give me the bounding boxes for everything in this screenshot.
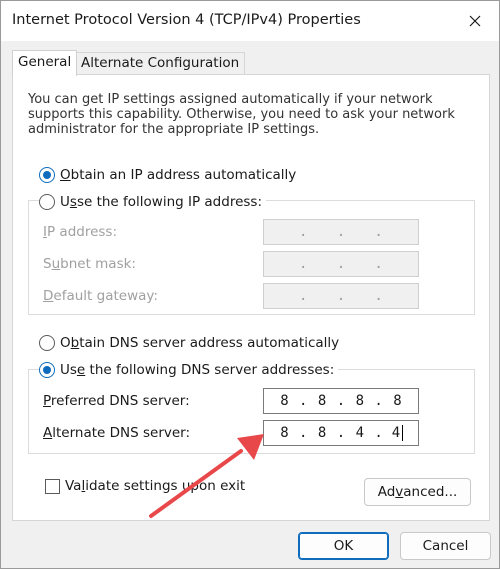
radio-label: Usse the following IP address: [60,194,262,210]
title-bar: Internet Protocol Version 4 (TCP/IPv4) P… [1,1,499,41]
close-icon [469,15,481,27]
checkbox-label: Validate settings upon exit [65,478,246,494]
checkbox-box [45,478,60,494]
radio-obtain-dns-auto[interactable]: Obtain DNS server address automatically [39,333,339,353]
cancel-button[interactable]: Cancel [400,532,491,560]
ipv4-properties-dialog: Internet Protocol Version 4 (TCP/IPv4) P… [0,0,500,569]
default-gateway-label: Default gateway: [43,288,158,304]
preferred-dns-label: Preferred DNS server: [43,393,190,409]
ip-address-input[interactable]: ... [263,219,419,245]
preferred-dns-input[interactable]: 8.8.8.8 [263,388,419,414]
close-button[interactable] [463,9,487,33]
radio-indicator [39,335,55,351]
radio-label: Obtain an IP address automatically [60,167,297,183]
tab-strip: General Alternate Configuration [12,50,490,76]
validate-settings-checkbox[interactable]: Validate settings upon exit [45,476,245,496]
ok-button[interactable]: OK [298,532,389,560]
radio-use-following-dns[interactable]: Use the following DNS server addresses: [39,360,339,380]
subnet-mask-label: Subnet mask: [43,256,136,272]
radio-label: Use the following DNS server addresses: [60,362,335,378]
window-title: Internet Protocol Version 4 (TCP/IPv4) P… [12,12,361,28]
ip-address-label: IP address: [43,224,118,240]
intro-text: You can get IP settings assigned automat… [28,92,455,137]
advanced-button[interactable]: Ad v anced... [364,478,471,506]
radio-label: Obtain DNS server address automatically [60,335,340,351]
text-caret [402,425,404,441]
alternate-dns-label: Alternate DNS server: [43,425,191,441]
tab-general[interactable]: General [12,50,78,76]
radio-obtain-ip-auto[interactable]: Obtain an IP address automatically [39,165,296,185]
tab-alternate-configuration[interactable]: Alternate Configuration [75,52,246,74]
radio-indicator [39,362,55,378]
default-gateway-input[interactable]: ... [263,283,419,309]
radio-use-following-ip[interactable]: Usse the following IP address: [39,192,266,212]
subnet-mask-input[interactable]: ... [263,251,419,277]
general-tab-panel: You can get IP settings assigned automat… [12,74,490,521]
radio-indicator [39,167,55,183]
alternate-dns-input[interactable]: 8.8.4.4 [263,420,419,446]
radio-indicator [39,194,55,210]
